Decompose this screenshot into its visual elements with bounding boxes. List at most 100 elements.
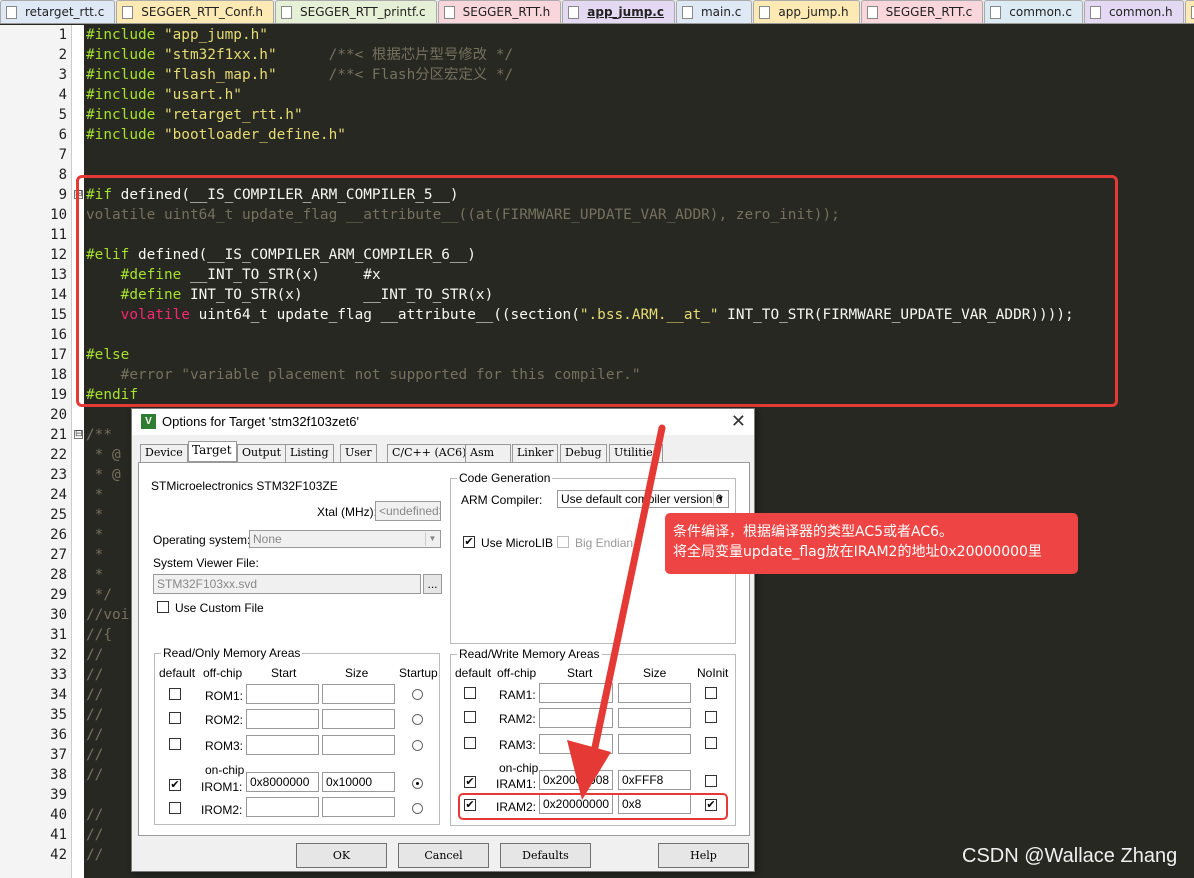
fold-toggle-icon[interactable]: ⊟	[74, 430, 83, 439]
tab-linker[interactable]: Linker	[512, 444, 559, 462]
svd-input[interactable]: STM32F103xx.svd	[153, 574, 421, 594]
rom3-startup-radio[interactable]	[412, 740, 423, 751]
os-select[interactable]: None ▼	[249, 530, 441, 548]
ram3-noinit-checkbox[interactable]	[705, 737, 717, 749]
irom2-label: IROM2:	[201, 803, 243, 817]
line-number: 28	[50, 567, 67, 583]
irom1-start-input[interactable]: 0x8000000	[246, 772, 319, 792]
iram2-size-input[interactable]: 0x8	[618, 794, 691, 814]
rom3-start-input[interactable]	[246, 735, 319, 755]
tab-label: common.c	[1009, 5, 1072, 19]
code-comment: *	[94, 567, 104, 583]
ram1-noinit-checkbox[interactable]	[705, 687, 717, 699]
line-number: 39	[50, 787, 67, 803]
irom2-startup-radio[interactable]	[412, 803, 423, 814]
rom2-start-input[interactable]	[246, 709, 319, 729]
tab-app-jump-c[interactable]: app_jump.c	[562, 0, 675, 23]
tab-app-jump-h[interactable]: app_jump.h	[753, 0, 860, 23]
ram3-size-input[interactable]	[618, 734, 691, 754]
ram1-size-input[interactable]	[618, 683, 691, 703]
code-line-10: volatile uint64_t update_flag __attribut…	[86, 205, 840, 225]
tab-device[interactable]: Device	[140, 444, 188, 462]
iram1-size-input[interactable]: 0xFFF8	[618, 770, 691, 790]
defaults-button[interactable]: Defaults	[500, 843, 591, 868]
tab-main-c[interactable]: main.c	[675, 0, 753, 23]
column-off-chip: off-chip	[497, 666, 537, 680]
ram3-start-input[interactable]	[539, 734, 613, 754]
iram2-start-input[interactable]: 0x20000000	[539, 794, 613, 814]
column-start: Start	[567, 666, 593, 680]
include-directive: #include	[86, 87, 156, 103]
irom2-start-input[interactable]	[246, 797, 319, 817]
irom1-startup-radio[interactable]	[412, 778, 423, 789]
tab-utilities[interactable]: Utilities	[609, 444, 664, 462]
ram2-noinit-checkbox[interactable]	[705, 711, 717, 723]
ram1-start-input[interactable]	[539, 683, 613, 703]
use-microlib-checkbox[interactable]: ✔	[463, 536, 475, 548]
line-number: 2	[58, 47, 67, 63]
rom1-size-input[interactable]	[322, 684, 395, 704]
tab-segger-rtt-c[interactable]: SEGGER_RTT.c	[860, 0, 984, 23]
include-path: "flash_map.h"	[163, 67, 277, 83]
c-file-icon	[6, 6, 17, 19]
irom2-default-checkbox[interactable]	[169, 802, 181, 814]
tab-c-cpp-ac6[interactable]: C/C++ (AC6)	[387, 444, 472, 462]
fold-toggle-icon[interactable]: ⊟	[74, 190, 83, 199]
variable-declaration: uint64_t update_flag __attribute__((sect…	[198, 307, 580, 323]
tab-common-c[interactable]: common.c	[984, 0, 1083, 23]
big-endian-checkbox[interactable]	[557, 536, 569, 548]
iram1-start-input[interactable]: 0x20000008	[539, 770, 613, 790]
irom1-default-checkbox[interactable]: ✔	[169, 779, 181, 791]
tab-retarget-rtt-c[interactable]: retarget_rtt.c	[0, 0, 116, 23]
iram1-default-checkbox[interactable]: ✔	[464, 776, 476, 788]
ram3-default-checkbox[interactable]	[464, 737, 476, 749]
tab-listing[interactable]: Listing	[285, 444, 334, 462]
rom1-default-checkbox[interactable]	[169, 688, 181, 700]
chevron-down-icon: ▼	[713, 492, 727, 506]
rom1-start-input[interactable]	[246, 684, 319, 704]
line-number: 18	[50, 367, 67, 383]
compiler-select[interactable]: Use default compiler version 6 ▼	[557, 490, 729, 508]
iram2-default-checkbox[interactable]: ✔	[464, 799, 476, 811]
tab-asm[interactable]: Asm	[465, 444, 511, 462]
rom2-size-input[interactable]	[322, 709, 395, 729]
code-comment: */	[94, 587, 112, 603]
tab-user[interactable]: User	[340, 444, 377, 462]
irom1-size-input[interactable]: 0x10000	[322, 772, 395, 792]
ram2-default-checkbox[interactable]	[464, 711, 476, 723]
rom3-size-input[interactable]	[322, 735, 395, 755]
irom2-size-input[interactable]	[322, 797, 395, 817]
macro-name: INT_TO_STR(x)	[189, 287, 303, 303]
ram2-start-input[interactable]	[539, 708, 613, 728]
iram1-noinit-checkbox[interactable]	[705, 775, 717, 787]
rom2-startup-radio[interactable]	[412, 714, 423, 725]
tab-label: app_jump.h	[778, 5, 849, 19]
tab-target[interactable]: Target	[188, 441, 237, 462]
tab-retarget-partial[interactable]: retarge	[1184, 0, 1194, 23]
close-icon[interactable]: ✕	[731, 411, 746, 432]
inactive-code: "variable placement not supported for th…	[181, 367, 641, 383]
ram1-default-checkbox[interactable]	[464, 687, 476, 699]
tab-common-h[interactable]: common.h	[1083, 0, 1184, 23]
ram1-label: RAM1:	[499, 688, 536, 702]
tab-debug[interactable]: Debug	[560, 444, 607, 462]
tab-segger-rtt-printf-c[interactable]: SEGGER_RTT_printf.c	[275, 0, 437, 23]
browse-button[interactable]: ...	[423, 574, 442, 594]
iram2-noinit-checkbox[interactable]: ✔	[705, 799, 717, 811]
tab-segger-rtt-h[interactable]: SEGGER_RTT.h	[437, 0, 562, 23]
help-button[interactable]: Help	[658, 843, 749, 868]
ok-button[interactable]: OK	[296, 843, 387, 868]
rom3-default-checkbox[interactable]	[169, 738, 181, 750]
tab-output[interactable]: Output	[237, 444, 287, 462]
c-file-icon	[990, 6, 1002, 19]
xtal-input[interactable]: <undefined>	[375, 501, 441, 521]
on-chip-label: on-chip	[499, 761, 539, 775]
rom1-startup-radio[interactable]	[412, 689, 423, 700]
rom2-default-checkbox[interactable]	[169, 712, 181, 724]
cancel-button[interactable]: Cancel	[398, 843, 489, 868]
dialog-title-bar[interactable]: V Options for Target 'stm32f103zet6' ✕	[132, 409, 754, 435]
tab-segger-rtt-conf-h[interactable]: SEGGER_RTT_Conf.h	[116, 0, 275, 23]
tab-label: SEGGER_RTT.h	[462, 5, 551, 19]
ram2-size-input[interactable]	[618, 708, 691, 728]
use-custom-file-checkbox[interactable]	[157, 601, 169, 613]
